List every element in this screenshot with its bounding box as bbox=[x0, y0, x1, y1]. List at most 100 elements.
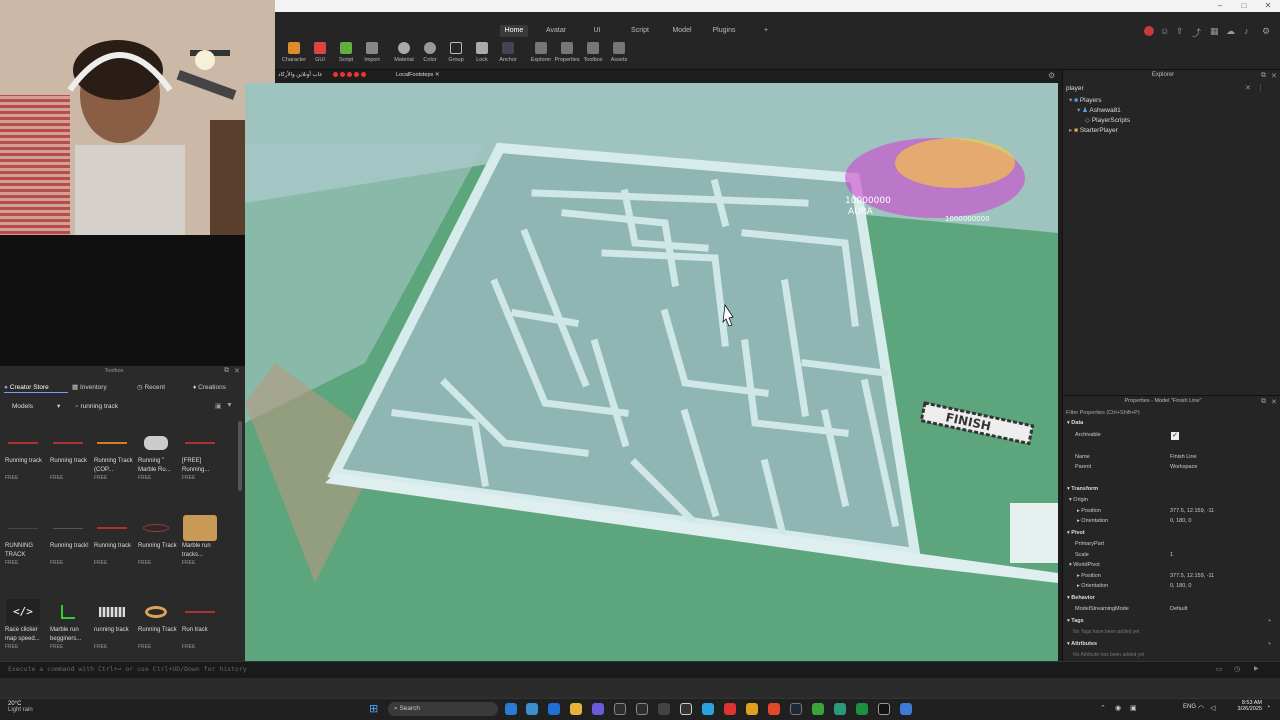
toolbox-scrollbar[interactable] bbox=[238, 421, 242, 491]
taskbar-app-icon[interactable] bbox=[636, 703, 648, 715]
tree-item-starterplayer[interactable]: ▸ ■ StarterPlayer bbox=[1069, 126, 1118, 136]
tray-icon[interactable]: ▣ bbox=[1130, 704, 1137, 712]
taskbar-app-icon[interactable] bbox=[768, 703, 780, 715]
add-attribute-icon[interactable]: + bbox=[1268, 639, 1271, 650]
tool-assets[interactable]: Assets bbox=[606, 42, 632, 63]
tool-group[interactable]: Group bbox=[443, 42, 469, 63]
tool-gui[interactable]: GUI bbox=[307, 42, 333, 63]
section-data[interactable]: ▾ Data bbox=[1067, 418, 1083, 429]
tab-recent[interactable]: ◷ Recent bbox=[137, 382, 187, 393]
tool-lock[interactable]: Lock bbox=[469, 42, 495, 63]
prop-wp-orientation-value[interactable]: 0, 180, 0 bbox=[1170, 581, 1191, 592]
prop-streaming-value[interactable]: Default bbox=[1170, 604, 1187, 615]
taskbar-app-icon[interactable] bbox=[592, 703, 604, 715]
tab-creator-store[interactable]: ● Creator Store bbox=[4, 382, 68, 393]
taskbar-app-icon[interactable] bbox=[680, 703, 692, 715]
bell-icon[interactable]: ♪ bbox=[1244, 26, 1254, 36]
tree-item-player[interactable]: ▾ ♟ Ashwwa81 bbox=[1077, 106, 1121, 116]
steam-icon[interactable] bbox=[790, 703, 802, 715]
prop-parent-value[interactable]: Workspace bbox=[1170, 462, 1197, 473]
archivable-checkbox[interactable]: ✓ bbox=[1171, 432, 1179, 440]
menu-model[interactable]: Model bbox=[668, 25, 696, 37]
explorer-close-icon[interactable]: ✕ bbox=[1271, 72, 1277, 80]
add-tag-icon[interactable]: + bbox=[1268, 616, 1271, 627]
tray-icon[interactable]: ◉ bbox=[1115, 704, 1121, 712]
tool-color[interactable]: Color bbox=[417, 42, 443, 63]
toolbox-item[interactable]: Running track! FREE bbox=[50, 514, 90, 566]
telegram-icon[interactable] bbox=[702, 703, 714, 715]
folder-icon[interactable] bbox=[570, 703, 582, 715]
tab-inventory[interactable]: ▦ Inventory bbox=[72, 382, 132, 393]
toolbox-item[interactable]: Running track FREE bbox=[5, 429, 45, 481]
prop-origin[interactable]: ▾ Origin bbox=[1069, 495, 1088, 506]
menu-ui[interactable]: UI bbox=[585, 25, 609, 37]
tool-import[interactable]: Import bbox=[359, 42, 385, 63]
menu-home[interactable]: Home bbox=[500, 25, 528, 37]
toolbox-item[interactable]: Running track FREE bbox=[94, 514, 134, 566]
section-transform[interactable]: ▾ Transform bbox=[1067, 484, 1098, 495]
taskbar-app-icon[interactable] bbox=[812, 703, 824, 715]
tool-anchor[interactable]: Anchor bbox=[495, 42, 521, 63]
popout-icon[interactable]: ⧉ bbox=[1261, 72, 1266, 80]
tool-character[interactable]: Character bbox=[281, 42, 307, 63]
toolbox-item[interactable]: running track FREE bbox=[94, 598, 134, 650]
share-icon[interactable]: ⇪ bbox=[1176, 26, 1186, 36]
category-dropdown[interactable]: Models ▾ bbox=[5, 401, 65, 412]
menu-plugins[interactable]: Plugins bbox=[709, 25, 739, 37]
toolbox-search-input[interactable]: ⌕ running track bbox=[75, 401, 210, 412]
toolbox-item[interactable]: Running Track FREE bbox=[138, 514, 178, 566]
record-icon[interactable] bbox=[1144, 26, 1154, 36]
menu-script[interactable]: Script bbox=[626, 25, 654, 37]
taskbar-app-icon[interactable] bbox=[526, 703, 538, 715]
section-behavior[interactable]: ▾ Behavior bbox=[1067, 593, 1095, 604]
run-icon[interactable]: ▶ bbox=[1254, 665, 1259, 672]
toolbox-item[interactable]: RUNNING TRACK FREE bbox=[5, 514, 45, 566]
tool-properties[interactable]: Properties bbox=[554, 42, 580, 63]
explorer-filter-input[interactable]: player bbox=[1066, 84, 1256, 94]
command-bar[interactable]: Execute a command with Ctrl+↩ or use Ctr… bbox=[0, 661, 1280, 678]
language-indicator[interactable]: ENG bbox=[1183, 704, 1196, 710]
doc-tab-localfootsteps[interactable]: LocalFootsteps ✕ bbox=[392, 71, 452, 80]
wifi-icon[interactable]: ◠ bbox=[1198, 704, 1204, 712]
prop-wp-orientation-label[interactable]: ▸ Orientation bbox=[1077, 581, 1108, 592]
tree-item-playerscripts[interactable]: ◇ PlayerScripts bbox=[1085, 116, 1130, 126]
taskbar-app-icon[interactable] bbox=[878, 703, 890, 715]
filter-options-icon[interactable]: ⋮ bbox=[1257, 84, 1264, 92]
prop-wp-position-value[interactable]: 377.5, 12.159, -11 bbox=[1170, 571, 1214, 582]
notification-bell-icon[interactable]: ◔ bbox=[1266, 704, 1270, 711]
tool-explorer[interactable]: Explorer bbox=[528, 42, 554, 63]
prop-orientation-value[interactable]: 0, 180, 0 bbox=[1170, 516, 1191, 527]
popout-icon[interactable]: ⧉ bbox=[1261, 398, 1266, 406]
toolbox-item[interactable]: </> Race clicker map speed... FREE bbox=[5, 598, 45, 650]
close-button[interactable]: ✕ bbox=[1256, 0, 1280, 12]
tool-toolbox[interactable]: Toolbox bbox=[580, 42, 606, 63]
toolbox-item[interactable]: [FREE] Running... FREE bbox=[182, 429, 222, 481]
filter-grid-icon[interactable]: ▣ bbox=[215, 402, 222, 410]
prop-scale-value[interactable]: 1 bbox=[1170, 550, 1173, 561]
menu-avatar[interactable]: Avatar bbox=[542, 25, 570, 37]
people-icon[interactable]: ☺ bbox=[1160, 26, 1170, 36]
minimize-button[interactable]: – bbox=[1208, 0, 1232, 12]
toolbox-item[interactable]: Marble run begginers... FREE bbox=[50, 598, 90, 650]
taskbar-app-icon[interactable] bbox=[548, 703, 560, 715]
popout-icon[interactable]: ⧉ bbox=[224, 367, 229, 375]
menu-add[interactable]: + bbox=[756, 25, 776, 37]
3d-viewport[interactable]: FINISH 10000000 AURA 1000000000 bbox=[245, 83, 1058, 661]
clock[interactable]: 8:53 AM 3/26/2025 bbox=[1228, 700, 1262, 712]
share-network-icon[interactable]: ⤴ bbox=[1192, 26, 1202, 38]
tool-script[interactable]: Script bbox=[333, 42, 359, 63]
roblox-studio-icon[interactable] bbox=[900, 703, 912, 715]
settings-icon[interactable]: ⚙ bbox=[1262, 26, 1272, 36]
taskbar-app-icon[interactable] bbox=[614, 703, 626, 715]
tray-chevron-up-icon[interactable]: ⌃ bbox=[1100, 704, 1106, 712]
tab-creations[interactable]: ♦ Creations bbox=[193, 382, 243, 393]
tool-material[interactable]: Material bbox=[391, 42, 417, 63]
taskbar-app-icon[interactable] bbox=[658, 703, 670, 715]
toolbox-item[interactable]: Running Track (COP... FREE bbox=[94, 429, 134, 481]
weather-widget[interactable]: 20°C Light rain bbox=[8, 701, 33, 713]
tree-item-players[interactable]: ▾ ■ Players bbox=[1069, 96, 1102, 106]
toolbox-item[interactable]: Marble run tracks... FREE bbox=[182, 514, 222, 566]
taskbar-search[interactable]: ⌕ Search bbox=[388, 702, 498, 716]
copy-icon[interactable]: ▭ bbox=[1216, 665, 1223, 673]
toolbox-item[interactable]: Running track FREE bbox=[50, 429, 90, 481]
